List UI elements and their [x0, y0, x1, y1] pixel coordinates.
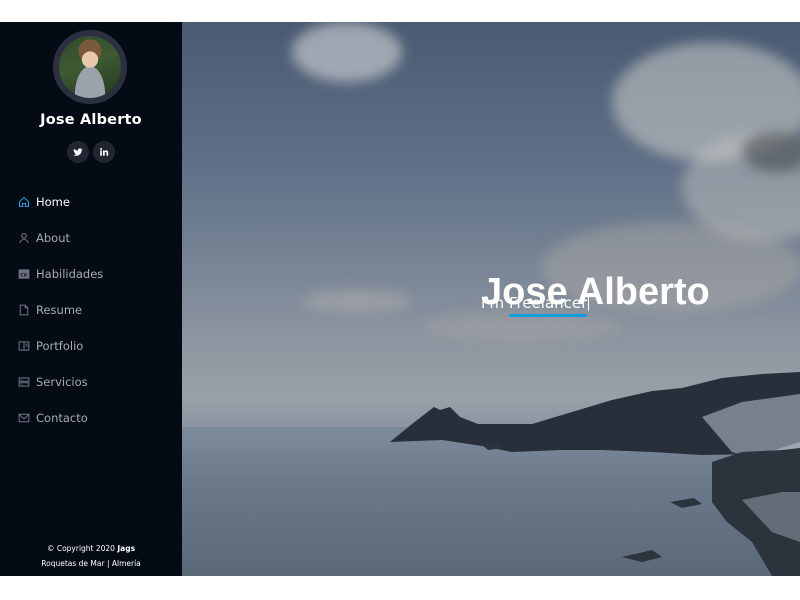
sidebar: Jose Alberto Home About CV Habilidades R… [0, 22, 182, 576]
svg-text:CV: CV [20, 272, 27, 278]
server-icon [18, 376, 30, 388]
envelope-icon [18, 412, 30, 424]
nav-item-label: Servicios [36, 375, 88, 389]
nav-item-label: About [36, 231, 71, 245]
home-icon [18, 196, 30, 208]
user-icon [18, 232, 30, 244]
copyright: © Copyright 2020 Jags [0, 541, 182, 556]
nav-item-habilidades[interactable]: CV Habilidades [0, 256, 182, 292]
linkedin-icon [100, 148, 109, 156]
nav-item-resume[interactable]: Resume [0, 292, 182, 328]
profile-name: Jose Alberto [40, 112, 142, 128]
nav-item-servicios[interactable]: Servicios [0, 364, 182, 400]
nav-item-label: Contacto [36, 411, 88, 425]
nav-item-portfolio[interactable]: Portfolio [0, 328, 182, 364]
social-links [0, 141, 182, 163]
nav-item-label: Home [36, 195, 70, 209]
typing-cursor [588, 296, 590, 311]
nav-menu: Home About CV Habilidades Resume Portfol… [0, 184, 182, 436]
hero-section: Jose Alberto I'm Freelancer [182, 22, 800, 576]
file-icon [18, 304, 30, 316]
nav-item-label: Resume [36, 303, 83, 317]
nav-item-label: Portfolio [36, 339, 84, 353]
linkedin-link[interactable] [93, 141, 115, 163]
hero-subtitle-prefix: I'm [481, 294, 505, 312]
nav-item-about[interactable]: About [0, 220, 182, 256]
twitter-link[interactable] [67, 141, 89, 163]
nav-item-home[interactable]: Home [0, 184, 182, 220]
copyright-text: © Copyright 2020 [46, 544, 115, 553]
footer: © Copyright 2020 Jags Roquetas de Mar | … [0, 541, 182, 571]
twitter-icon [73, 148, 83, 156]
typed-role: Freelancer [508, 294, 588, 317]
nav-item-contacto[interactable]: Contacto [0, 400, 182, 436]
cv-icon: CV [18, 268, 30, 280]
avatar [53, 30, 127, 104]
page: Jose Alberto Home About CV Habilidades R… [0, 22, 800, 576]
nav-item-label: Habilidades [36, 267, 104, 281]
book-icon [18, 340, 30, 352]
hero-subtitle: I'm Freelancer [481, 294, 590, 317]
copyright-brand: Jags [117, 544, 136, 553]
location: Roquetas de Mar | Almería [41, 559, 141, 568]
